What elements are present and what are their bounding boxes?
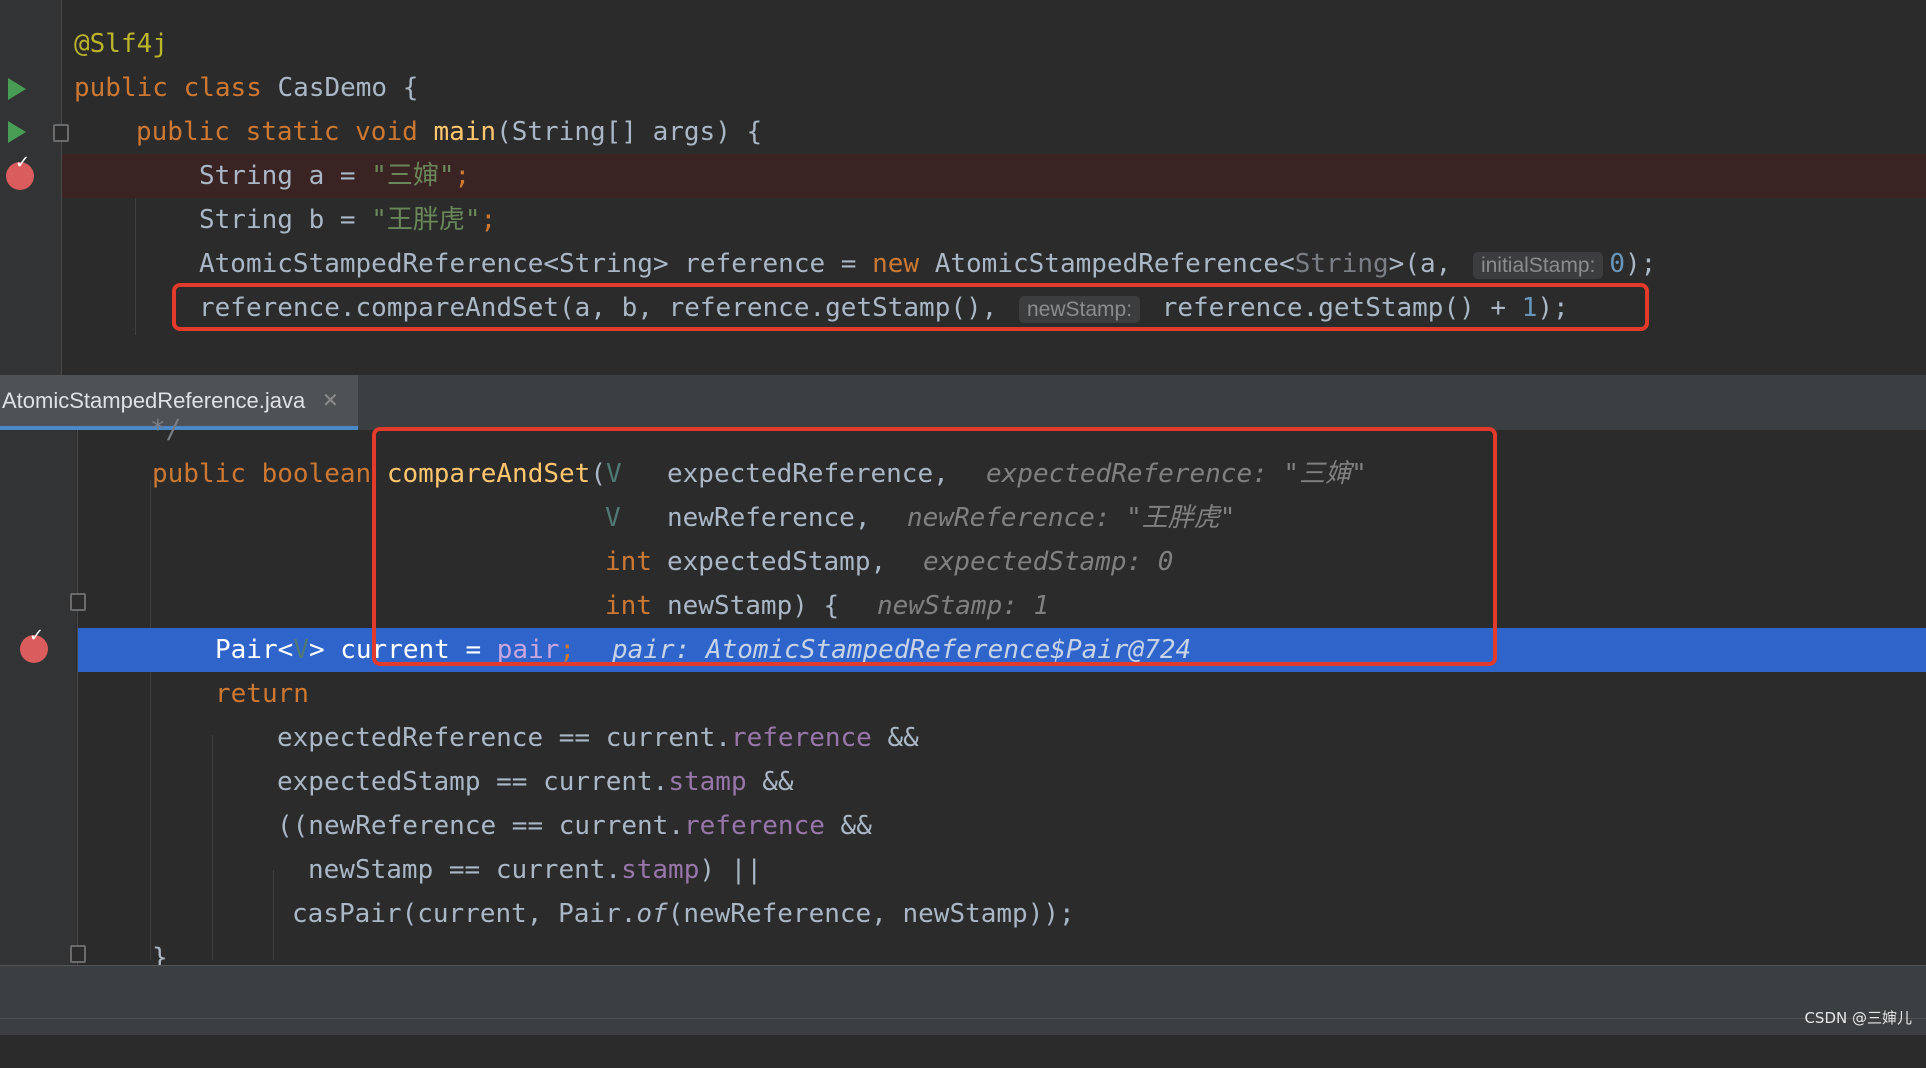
code-line-cond5[interactable]: casPair(current, Pair.of(newReference, n… — [0, 892, 1926, 936]
comment: */ — [150, 415, 182, 445]
highlight-box-call — [172, 283, 1649, 331]
method-name: main — [433, 117, 497, 147]
code-text: expectedReference == current. — [277, 723, 731, 753]
code-text: >(a, — [1388, 249, 1467, 279]
code-line-1[interactable]: @Slf4j — [0, 22, 1926, 66]
annotation: @Slf4j — [74, 29, 168, 59]
type-parameter: V — [293, 635, 309, 665]
class-name: CasDemo — [277, 73, 388, 103]
number-literal: 0 — [1609, 249, 1625, 279]
code-text: newStamp == current. — [308, 855, 622, 885]
keyword: boolean — [261, 459, 372, 489]
code-line-cond4[interactable]: newStamp == current.stamp) || — [0, 848, 1926, 892]
breakpoint-icon[interactable] — [20, 625, 48, 663]
keyword: public — [136, 117, 230, 147]
code-line-return[interactable]: return — [0, 672, 1926, 716]
code-text: casPair(current, Pair. — [292, 899, 637, 929]
field-name: stamp — [668, 767, 747, 797]
code-text: String a = — [199, 161, 372, 191]
code-line-6[interactable]: AtomicStampedReference<String> reference… — [0, 242, 1926, 286]
breakpoint-line[interactable]: String a = "三婶"; — [62, 154, 1926, 198]
code-text: expectedStamp == current. — [277, 767, 669, 797]
code-text: String b = — [199, 205, 372, 235]
code-text: AtomicStampedReference<String> reference… — [199, 249, 873, 279]
code-text: ; — [454, 161, 471, 191]
code-text: (newReference, newStamp)); — [667, 899, 1075, 929]
keyword: public — [152, 459, 246, 489]
code-text: { — [387, 73, 419, 103]
parameter-hint: initialStamp: — [1472, 252, 1604, 279]
code-text: ); — [1625, 249, 1657, 279]
editor-casdemo[interactable]: @Slf4j public class CasDemo { public sta… — [0, 0, 1926, 375]
code-line-2[interactable]: public class CasDemo { — [0, 66, 1926, 110]
code-line-cond1[interactable]: expectedReference == current.reference &… — [0, 716, 1926, 760]
code-text: && — [824, 811, 872, 841]
code-text: ; — [480, 205, 497, 235]
keyword: class — [183, 73, 262, 103]
code-text: AtomicStampedReference< — [919, 249, 1295, 279]
divider — [0, 1018, 1926, 1019]
code-line-cond2[interactable]: expectedStamp == current.stamp && — [0, 760, 1926, 804]
field-name: reference — [730, 723, 872, 753]
keyword: new — [872, 249, 920, 279]
watermark: CSDN @三婶儿 — [1804, 1009, 1912, 1027]
string-literal: "三婶" — [371, 161, 455, 191]
code-line-5[interactable]: String b = "王胖虎"; — [0, 198, 1926, 242]
type-name: String — [1294, 249, 1389, 279]
keyword: public — [74, 73, 168, 103]
highlight-box-signature — [372, 427, 1497, 666]
code-text: ) || — [699, 855, 762, 885]
field-name: stamp — [621, 855, 700, 885]
code-text: (String[] args) { — [496, 117, 763, 147]
bottom-toolbar — [0, 965, 1926, 1035]
code-text: && — [871, 723, 919, 753]
code-text: && — [746, 767, 794, 797]
code-line-3[interactable]: public static void main(String[] args) { — [0, 110, 1926, 154]
method-name: of — [636, 899, 668, 929]
code-text: Pair< — [215, 635, 294, 665]
keyword: void — [355, 117, 418, 147]
code-text: ((newReference == current. — [277, 811, 684, 841]
keyword: static — [245, 117, 340, 147]
field-name: reference — [684, 811, 825, 841]
string-literal: "王胖虎" — [371, 205, 481, 235]
editor-atomicstampedreference[interactable]: */ public boolean compareAndSet(V expect… — [0, 415, 1926, 973]
keyword: return — [215, 679, 309, 709]
code-line-cond3[interactable]: ((newReference == current.reference && — [0, 804, 1926, 848]
